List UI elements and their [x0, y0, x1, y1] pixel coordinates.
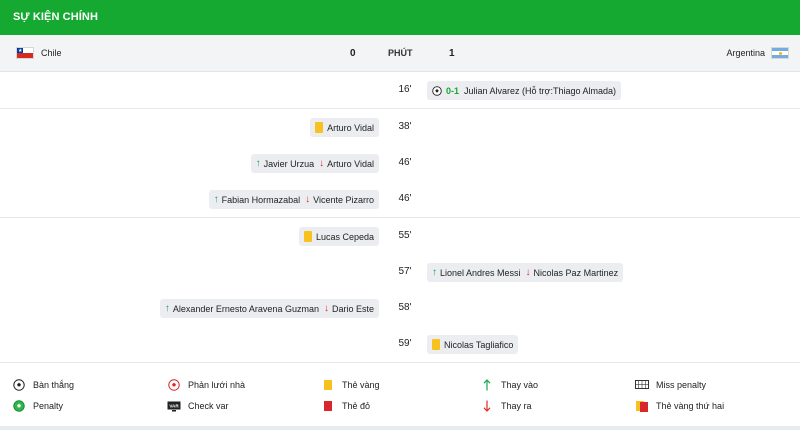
event-row: Lucas Cepeda 55': [0, 218, 800, 255]
substitution-event-chip[interactable]: ↑ Alexander Ernesto Aravena Guzman ↓ Dar…: [159, 299, 379, 318]
penalty-ball-icon: [11, 400, 27, 412]
event-row: 0-1 Julian Alvarez (Hỗ trợ:Thiago Almada…: [0, 72, 800, 109]
legend-penalty: Penalty: [11, 400, 63, 412]
legend-goal: Bàn thắng: [11, 379, 74, 391]
player-in-name: Lionel Andres Messi: [440, 267, 521, 278]
legend-check-var: VAR Check var: [166, 400, 229, 412]
section-title-bar: SỰ KIỆN CHÍNH: [0, 0, 800, 35]
arrow-down-icon: ↓: [323, 302, 329, 314]
event-row: ↑ Alexander Ernesto Aravena Guzman ↓ Dar…: [0, 290, 800, 327]
legend-yellow-card: Thẻ vàng: [320, 379, 380, 391]
substitution-event-chip[interactable]: ↑ Javier Urzua ↓ Arturo Vidal: [250, 154, 379, 173]
player-out-name: Nicolas Paz Martinez: [533, 267, 619, 278]
goal-event-chip[interactable]: 0-1 Julian Alvarez (Hỗ trợ:Thiago Almada…: [427, 81, 621, 100]
substitution-event-chip[interactable]: ↑ Lionel Andres Messi ↓ Nicolas Paz Mart…: [427, 263, 624, 282]
event-minute: 46': [398, 193, 412, 204]
event-minute: 46': [398, 157, 412, 168]
second-yellow-card-icon: [634, 400, 650, 412]
player-name: Arturo Vidal: [327, 122, 374, 133]
arrow-up-icon: [479, 379, 495, 391]
goal-score: 0-1: [446, 85, 460, 96]
goal-scorer: Julian Alvarez (Hỗ trợ:Thiago Almada): [464, 85, 616, 96]
bottom-divider: [0, 426, 800, 430]
arrow-down-icon: ↓: [319, 157, 325, 169]
player-name: Nicolas Tagliafico: [444, 339, 514, 350]
own-goal-ball-icon: [166, 379, 182, 391]
event-minute: 58': [398, 302, 412, 313]
event-minute: 55': [398, 230, 412, 241]
event-minute: 57': [398, 266, 412, 277]
event-minute: 59': [398, 338, 412, 349]
legend-own-goal: Phản lưới nhà: [166, 379, 245, 391]
arrow-up-icon: ↑: [255, 157, 261, 169]
event-row: Nicolas Tagliafico 59': [0, 326, 800, 363]
yellow-card-event-chip[interactable]: Lucas Cepeda: [298, 227, 379, 246]
legend: Bàn thắng Penalty Phản lưới nhà VAR Chec…: [0, 374, 800, 430]
home-score: 0: [350, 48, 356, 59]
arrow-up-icon: ↑: [164, 302, 170, 314]
event-minute: 38': [398, 121, 412, 132]
player-in-name: Alexander Ernesto Aravena Guzman: [172, 303, 319, 314]
event-row: ↑ Lionel Andres Messi ↓ Nicolas Paz Mart…: [0, 254, 800, 291]
player-out-name: Dario Este: [331, 303, 374, 314]
arrow-down-icon: ↓: [305, 193, 311, 205]
away-score: 1: [449, 48, 455, 59]
player-out-name: Arturo Vidal: [327, 158, 374, 169]
arrow-down-icon: ↓: [525, 266, 531, 278]
yellow-card-event-chip[interactable]: Nicolas Tagliafico: [427, 335, 519, 354]
event-row: ↑ Javier Urzua ↓ Arturo Vidal 46': [0, 145, 800, 182]
legend-sub-out: Thay ra: [479, 400, 532, 412]
legend-miss-penalty: Miss penalty: [634, 379, 706, 391]
legend-sub-in: Thay vào: [479, 379, 538, 391]
player-in-name: Javier Urzua: [263, 158, 315, 169]
yellow-card-icon: [303, 231, 312, 242]
minute-column-header: PHÚT: [388, 48, 413, 58]
section-title: SỰ KIỆN CHÍNH: [13, 11, 98, 23]
soccer-ball-icon: [432, 85, 442, 96]
player-name: Lucas Cepeda: [315, 231, 374, 242]
svg-text:VAR: VAR: [169, 403, 179, 408]
home-team-name: Chile: [41, 48, 62, 58]
player-in-name: Fabian Hormazabal: [221, 194, 301, 205]
yellow-card-icon: [315, 122, 324, 133]
substitution-event-chip[interactable]: ↑ Fabian Hormazabal ↓ Vicente Pizarro: [208, 190, 379, 209]
yellow-card-event-chip[interactable]: Arturo Vidal: [310, 118, 379, 137]
player-out-name: Vicente Pizarro: [313, 194, 374, 205]
legend-second-yellow: Thẻ vàng thứ hai: [634, 400, 724, 412]
arrow-up-icon: ↑: [213, 193, 219, 205]
miss-penalty-goal-icon: [634, 379, 650, 391]
arrow-down-icon: [479, 400, 495, 412]
legend-red-card: Thẻ đỏ: [320, 400, 370, 412]
soccer-ball-icon: [11, 379, 27, 391]
event-row: ↑ Fabian Hormazabal ↓ Vicente Pizarro 46…: [0, 181, 800, 218]
match-header: ★ Chile 0 PHÚT 1 Argentina: [0, 35, 800, 72]
yellow-card-icon: [432, 339, 440, 350]
yellow-card-icon: [320, 379, 336, 391]
var-screen-icon: VAR: [166, 400, 182, 412]
event-row: Arturo Vidal 38': [0, 109, 800, 146]
red-card-icon: [320, 400, 336, 412]
arrow-up-icon: ↑: [432, 266, 437, 278]
away-team-name: Argentina: [726, 48, 765, 58]
chile-flag-icon: ★: [16, 47, 34, 59]
event-minute: 16': [398, 84, 412, 95]
argentina-flag-icon: [771, 47, 789, 59]
